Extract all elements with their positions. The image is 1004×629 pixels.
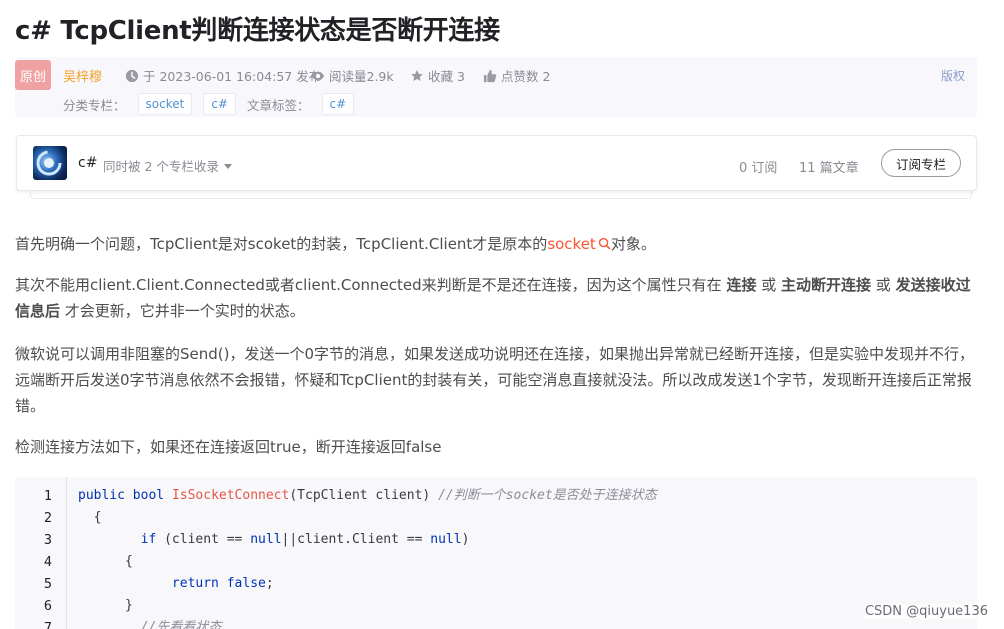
code-line: //先看看状态 [78, 617, 657, 629]
author-link[interactable]: 吴梓穆 [63, 66, 102, 85]
code-comment: //先看看状态 [140, 620, 222, 629]
socket-link-text: socket [547, 235, 596, 253]
column-card-shadow [30, 191, 972, 199]
code-text: ; [265, 576, 274, 591]
code-keyword: public [78, 488, 125, 503]
tags-label: 文章标签： [246, 97, 310, 113]
code-operator: == [226, 532, 243, 547]
code-block[interactable]: 1 2 3 4 5 6 7 public bool IsSocketConnec… [15, 477, 977, 629]
code-line: if (client == null||client.Client == nul… [78, 529, 657, 551]
like-count: 点赞数 2 [501, 69, 551, 84]
category-label: 分类专栏： [63, 97, 126, 113]
code-line-numbers: 1 2 3 4 5 6 7 [15, 485, 65, 629]
copyright-link[interactable]: 版权 [941, 67, 965, 84]
bold-active-disconnect: 主动断开连接 [781, 276, 872, 294]
code-text: (TcpClient client) [289, 488, 439, 503]
csdn-author-watermark: CSDN @qiuyue136 [864, 604, 988, 619]
view-count-text: 阅读量2.9k [329, 69, 394, 84]
thumbs-up-icon [483, 69, 497, 82]
paragraph-1: 首先明确一个问题，TcpClient是对scoket的封装，TcpClient.… [15, 231, 980, 257]
column-subscriptions: 0 订阅 [739, 161, 778, 176]
code-text: (client [156, 532, 227, 547]
line-number: 5 [43, 576, 52, 592]
code-line: { [78, 554, 133, 569]
line-number: 1 [43, 488, 52, 504]
paragraph-2: 其次不能用client.Client.Connected或者client.Con… [15, 272, 980, 324]
view-count: 阅读量2.9k [311, 66, 394, 85]
code-function-name: IsSocketConnect [171, 488, 290, 503]
code-line: public bool IsSocketConnect(TcpClient cl… [78, 485, 657, 507]
caret-down-icon [223, 163, 232, 169]
search-icon [598, 237, 611, 250]
code-keyword: null [430, 532, 462, 547]
like-button[interactable]: 点赞数 2 [483, 66, 550, 85]
article-title: c# TcpClient判断连接状态是否断开连接 [15, 16, 500, 46]
paragraph-4: 检测连接方法如下，如果还在连接返回true，断开连接返回false [15, 438, 442, 456]
code-text: ) [461, 532, 470, 547]
column-included-dropdown[interactable]: 同时被 2 个专栏收录 [103, 156, 232, 175]
line-number: 6 [43, 598, 52, 614]
paragraph-2-or-1: 或 [756, 276, 782, 294]
code-line: } [78, 598, 133, 613]
article-tag-csharp[interactable]: c# [321, 93, 355, 115]
publish-date-text: 于 2023-06-01 16:04:57 发布 [143, 69, 322, 84]
paragraph-2-or-2: 或 [871, 276, 896, 294]
code-keyword: bool [132, 488, 165, 503]
star-icon [411, 69, 423, 81]
code-operator: == [406, 532, 423, 547]
paragraph-2-text-c: 才会更新，它并非一个实时的状态。 [60, 302, 305, 320]
category-tag-socket[interactable]: socket [137, 93, 193, 115]
socket-search-link[interactable]: socket [547, 235, 611, 253]
line-number: 4 [43, 554, 52, 570]
paragraph-1-text-b: 对象。 [610, 235, 656, 253]
code-keyword: false [226, 576, 266, 591]
code-comment: //判断一个socket是否处于连接状态 [438, 488, 657, 503]
line-number: 3 [43, 532, 52, 548]
eye-icon [311, 71, 325, 80]
paragraph-1-text-a: 首先明确一个问题，TcpClient是对scoket的封装，TcpClient.… [15, 235, 548, 253]
line-number: 7 [43, 620, 52, 629]
clock-icon [125, 69, 139, 82]
column-logo[interactable] [33, 146, 67, 180]
code-gutter-divider [66, 477, 67, 629]
code-line: return false; [78, 573, 657, 595]
code-keyword: if [140, 532, 157, 547]
publish-date: 于 2023-06-01 16:04:57 发布 [125, 66, 321, 85]
tags-row: 分类专栏： socket c# 文章标签： c# [63, 93, 365, 115]
bold-connect: 连接 [726, 276, 757, 294]
column-article-count: 11 篇文章 [799, 161, 859, 176]
column-logo-icon [36, 150, 62, 176]
subscribe-column-button[interactable]: 订阅专栏 [881, 149, 961, 177]
line-number: 2 [43, 510, 52, 526]
paragraph-2-text-a: 其次不能用client.Client.Connected或者client.Con… [15, 276, 727, 294]
column-card: c# 同时被 2 个专栏收录 0 订阅 11 篇文章 订阅专栏 [16, 135, 977, 191]
column-included-text: 同时被 2 个专栏收录 [103, 159, 219, 174]
favorite-button[interactable]: 收藏 3 [410, 66, 465, 85]
category-tag-csharp[interactable]: c# [203, 93, 236, 115]
original-badge: 原创 [15, 60, 51, 90]
paragraph-3: 微软说可以调用非阻塞的Send()，发送一个0字节的消息，如果发送成功说明还在连… [15, 345, 975, 415]
favorite-count: 收藏 3 [428, 69, 465, 84]
code-line: { [78, 510, 102, 525]
code-lines: public bool IsSocketConnect(TcpClient cl… [78, 485, 657, 629]
article-meta: 原创 吴梓穆 于 2023-06-01 16:04:57 发布 阅读量2.9k … [15, 57, 977, 117]
column-name[interactable]: c# [78, 155, 97, 171]
code-text: ||client.Client [281, 532, 407, 547]
code-keyword: return [171, 576, 219, 591]
code-keyword: null [250, 532, 282, 547]
